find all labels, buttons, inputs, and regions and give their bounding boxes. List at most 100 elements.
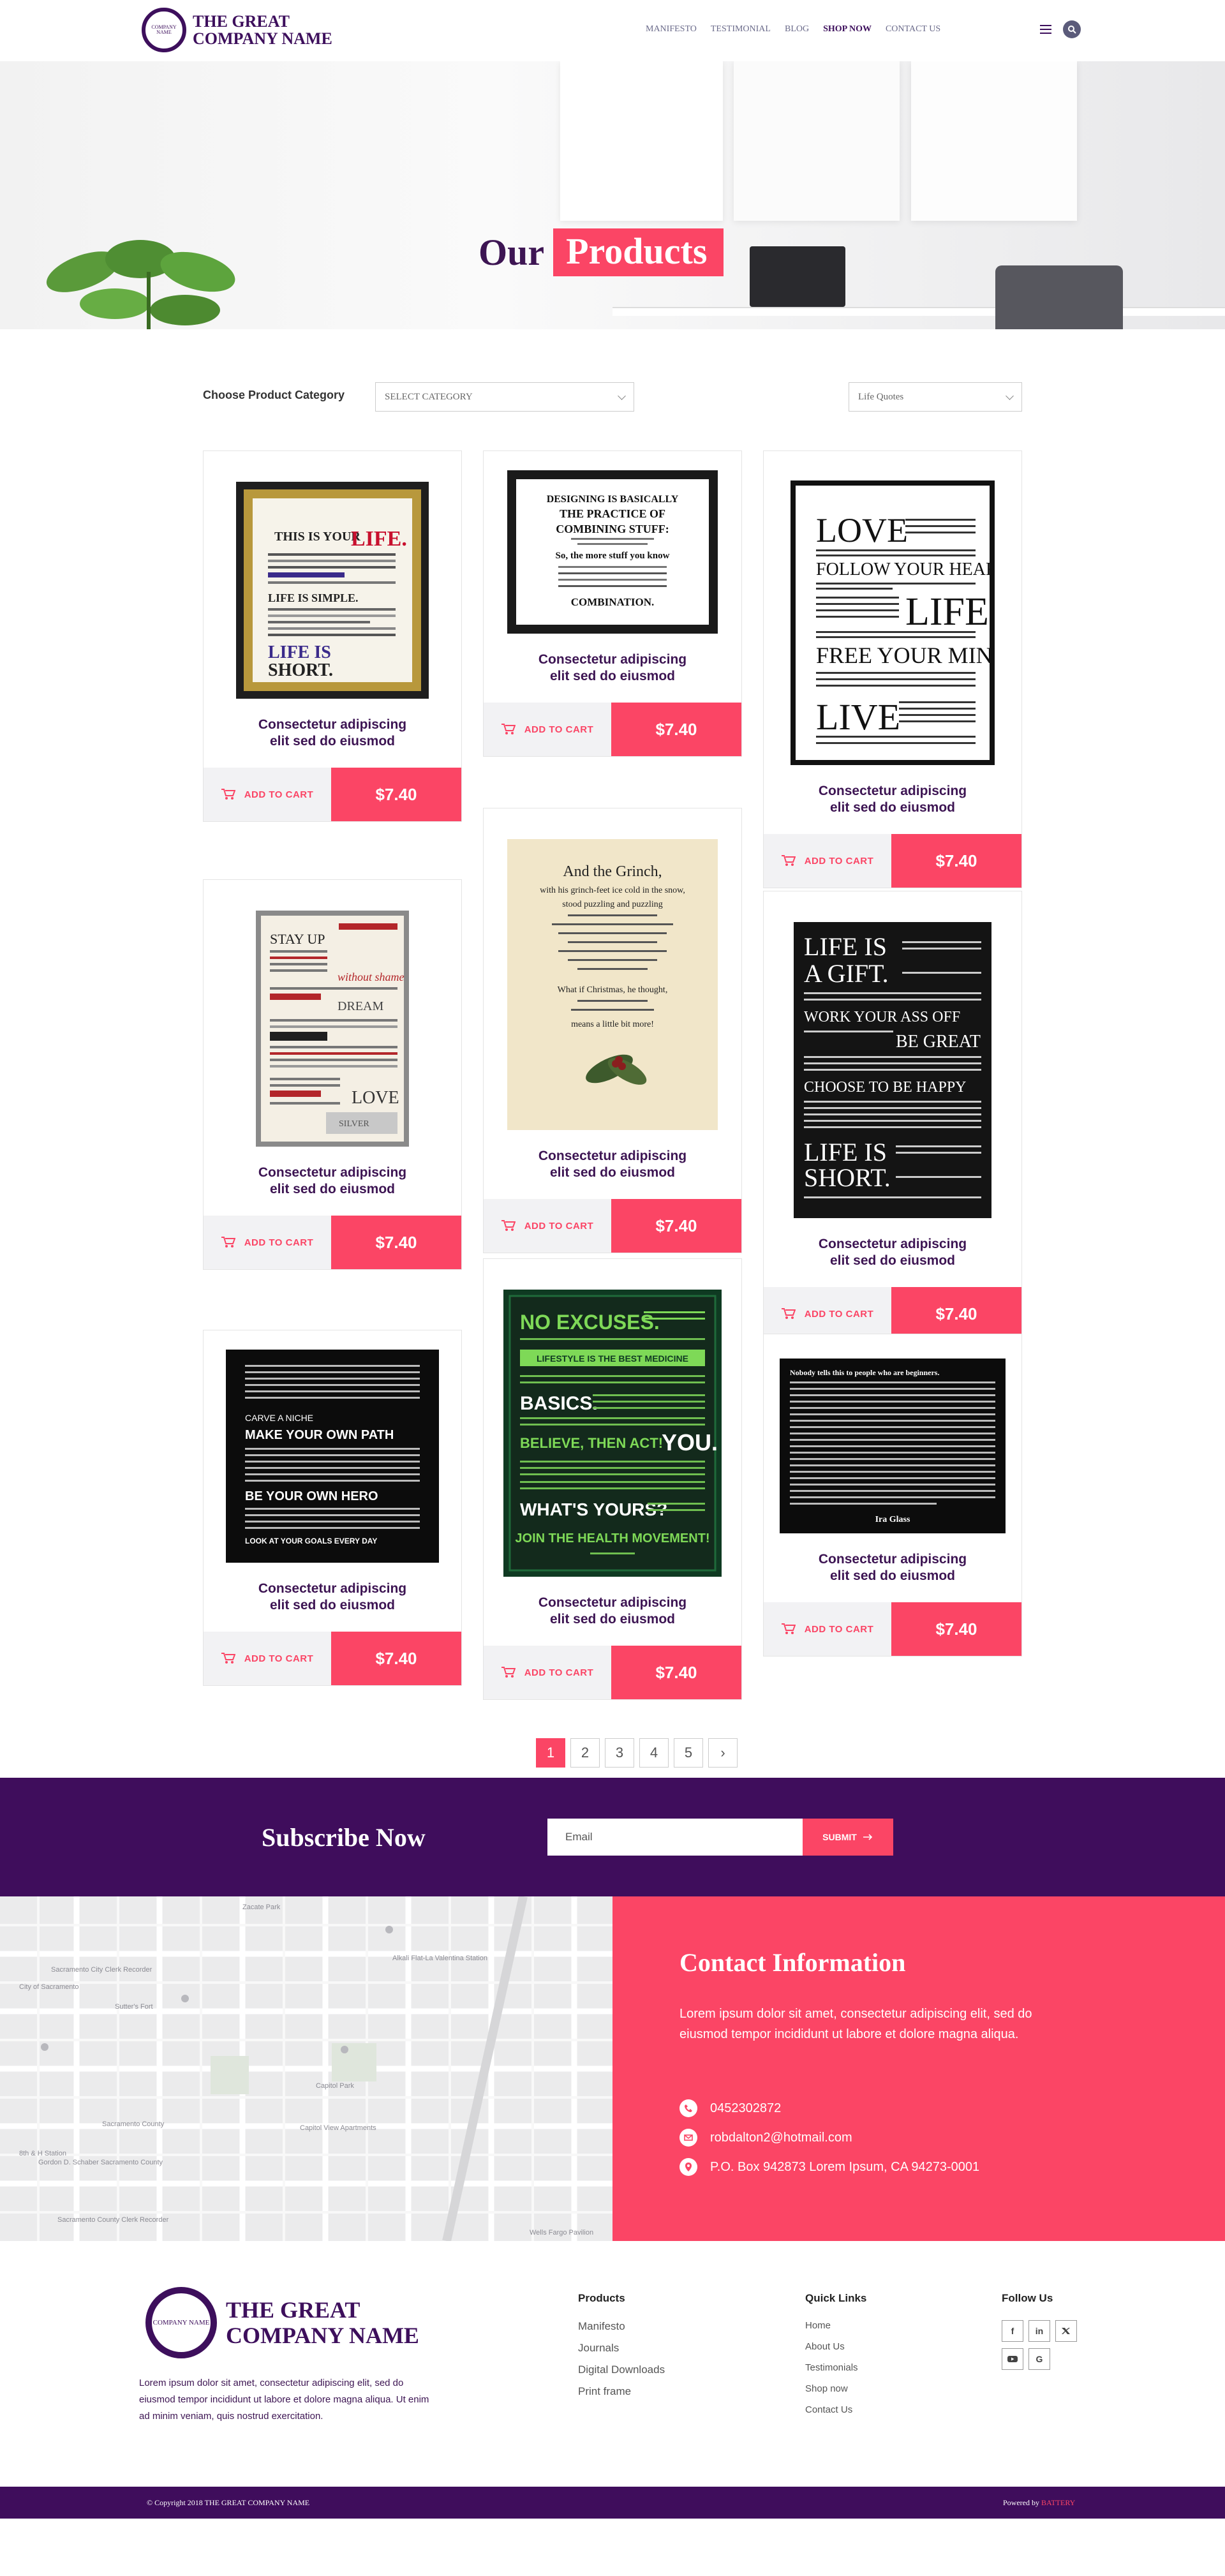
footer-link-testimonials[interactable]: Testimonials bbox=[805, 2362, 866, 2373]
add-to-cart-button[interactable]: ADD TO CART bbox=[764, 1602, 891, 1656]
youtube-icon[interactable] bbox=[1002, 2348, 1023, 2370]
product-title[interactable]: Consectetur adipiscing elit sed do eiusmo… bbox=[204, 1563, 461, 1632]
hero-banner: Our Products bbox=[0, 61, 1225, 329]
next-page-button[interactable]: › bbox=[708, 1738, 738, 1768]
cart-icon bbox=[501, 724, 516, 734]
footer-link-journals[interactable]: Journals bbox=[578, 2342, 665, 2355]
header-icons bbox=[1040, 20, 1081, 38]
google-plus-icon[interactable]: G bbox=[1028, 2348, 1050, 2370]
svg-text:DREAM: DREAM bbox=[338, 999, 383, 1013]
svg-text:LIFE.: LIFE. bbox=[351, 527, 407, 551]
add-to-cart-button[interactable]: ADD TO CART bbox=[484, 1199, 611, 1253]
svg-text:City of Sacramento: City of Sacramento bbox=[19, 1983, 79, 1991]
product-image[interactable]: NO EXCUSES. LIFESTYLE IS THE BEST MEDICI… bbox=[503, 1290, 722, 1577]
product-image[interactable]: Nobody tells this to people who are begi… bbox=[780, 1359, 1006, 1533]
hero-frame-decor bbox=[911, 61, 1077, 221]
footer-link-digital-downloads[interactable]: Digital Downloads bbox=[578, 2364, 665, 2376]
svg-text:8th & H Station: 8th & H Station bbox=[19, 2150, 66, 2157]
nav-testimonial[interactable]: TESTIMONIAL bbox=[711, 24, 771, 34]
search-icon[interactable] bbox=[1063, 20, 1081, 38]
svg-text:LIFE IS: LIFE IS bbox=[804, 1138, 887, 1166]
product-image[interactable]: And the Grinch, with his grinch-feet ice… bbox=[507, 839, 718, 1130]
add-to-cart-button[interactable]: ADD TO CART bbox=[484, 703, 611, 756]
product-title[interactable]: Consectetur adipiscing elit sed do eiusmo… bbox=[484, 634, 741, 703]
submit-button[interactable]: SUBMIT bbox=[803, 1819, 893, 1856]
page-2-button[interactable]: 2 bbox=[570, 1738, 600, 1768]
add-to-cart-button[interactable]: ADD TO CART bbox=[204, 768, 331, 821]
subcategory-select[interactable]: Life Quotes bbox=[849, 382, 1022, 412]
svg-text:THE PRACTICE OF: THE PRACTICE OF bbox=[560, 507, 665, 520]
facebook-icon[interactable]: f bbox=[1002, 2320, 1023, 2342]
product-image[interactable]: DESIGNING IS BASICALLY THE PRACTICE OF C… bbox=[507, 470, 718, 634]
footer-link-contact-us[interactable]: Contact Us bbox=[805, 2404, 866, 2415]
svg-text:A GIFT.: A GIFT. bbox=[804, 959, 889, 988]
svg-text:FOLLOW YOUR HEART: FOLLOW YOUR HEART bbox=[816, 560, 995, 579]
add-to-cart-button[interactable]: ADD TO CART bbox=[204, 1632, 331, 1685]
svg-text:Gordon D. Schaber Sacramento C: Gordon D. Schaber Sacramento County bbox=[38, 2159, 163, 2166]
svg-text:LIFE IS: LIFE IS bbox=[804, 932, 887, 961]
svg-text:Ira Glass: Ira Glass bbox=[875, 1515, 910, 1524]
nav-manifesto[interactable]: MANIFESTO bbox=[646, 24, 697, 34]
contact-phone[interactable]: 0452302872 bbox=[679, 2099, 781, 2117]
price-tag: $7.40 bbox=[611, 1199, 741, 1253]
twitter-icon[interactable] bbox=[1055, 2320, 1077, 2342]
product-image[interactable]: THIS IS YOUR LIFE. LIFE IS SIMPLE. LIFE … bbox=[236, 482, 429, 699]
product-card: NO EXCUSES. LIFESTYLE IS THE BEST MEDICI… bbox=[483, 1258, 742, 1700]
footer-link-shop-now[interactable]: Shop now bbox=[805, 2383, 866, 2394]
contact-email[interactable]: robdalton2@hotmail.com bbox=[679, 2129, 852, 2147]
category-select[interactable]: SELECT CATEGORY bbox=[375, 382, 634, 412]
svg-text:MAKE YOUR OWN PATH: MAKE YOUR OWN PATH bbox=[245, 1428, 394, 1442]
page-1-button[interactable]: 1 bbox=[536, 1738, 565, 1768]
svg-text:with his grinch-feet ice cold: with his grinch-feet ice cold in the sno… bbox=[540, 886, 685, 895]
product-image[interactable]: LIFE IS A GIFT. WORK YOUR ASS OFF BE GRE… bbox=[794, 922, 991, 1218]
product-image[interactable]: STAY UP without shame DREAM LOVE SILVER bbox=[256, 911, 409, 1147]
logo-text: THE GREAT COMPANY NAME bbox=[226, 2297, 419, 2348]
hero-desk-decor bbox=[612, 307, 1225, 316]
footer-logo[interactable]: COMPANY NAME THE GREAT COMPANY NAME bbox=[145, 2287, 419, 2358]
price-tag: $7.40 bbox=[891, 1602, 1021, 1656]
footer-products: Products Manifesto Journals Digital Down… bbox=[578, 2292, 665, 2407]
product-title[interactable]: Consectetur adipiscing elit sed do eiusmo… bbox=[764, 765, 1021, 834]
site-header: COMPANY NAME THE GREAT COMPANY NAME MANI… bbox=[0, 0, 1225, 61]
page-3-button[interactable]: 3 bbox=[605, 1738, 634, 1768]
add-to-cart-button[interactable]: ADD TO CART bbox=[484, 1646, 611, 1699]
price-tag: $7.40 bbox=[611, 703, 741, 756]
product-title[interactable]: Consectetur adipiscing elit sed do eiusmo… bbox=[484, 1577, 741, 1646]
product-image[interactable]: LOVE FOLLOW YOUR HEART LIFE FREE YOUR MI… bbox=[791, 480, 995, 765]
product-title[interactable]: Consectetur adipiscing elit sed do eiusmo… bbox=[764, 1218, 1021, 1287]
add-to-cart-button[interactable]: ADD TO CART bbox=[204, 1216, 331, 1269]
arrow-right-icon bbox=[863, 1834, 872, 1840]
add-to-cart-button[interactable]: ADD TO CART bbox=[764, 1287, 891, 1341]
svg-text:COMBINATION.: COMBINATION. bbox=[571, 596, 655, 608]
footer-link-about-us[interactable]: About Us bbox=[805, 2341, 866, 2352]
linkedin-icon[interactable]: in bbox=[1028, 2320, 1050, 2342]
footer-link-home[interactable]: Home bbox=[805, 2320, 866, 2331]
svg-text:LIVE: LIVE bbox=[816, 696, 900, 738]
site-logo[interactable]: COMPANY NAME THE GREAT COMPANY NAME bbox=[142, 8, 332, 52]
subscribe-section: Subscribe Now Email SUBMIT bbox=[0, 1778, 1225, 1896]
location-map[interactable]: Zacate Park Sacramento City Clerk Record… bbox=[0, 1896, 612, 2241]
page-4-button[interactable]: 4 bbox=[639, 1738, 669, 1768]
hero-monitor-decor bbox=[750, 246, 845, 307]
nav-blog[interactable]: BLOG bbox=[785, 24, 809, 34]
cart-icon bbox=[221, 1237, 235, 1247]
add-to-cart-button[interactable]: ADD TO CART bbox=[764, 834, 891, 888]
product-title[interactable]: Consectetur adipiscing elit sed do eiusmo… bbox=[484, 1130, 741, 1199]
powered-by: Powered by BATTERY bbox=[1003, 2498, 1076, 2507]
nav-shop-now[interactable]: SHOP NOW bbox=[823, 24, 872, 34]
footer-link-manifesto[interactable]: Manifesto bbox=[578, 2320, 665, 2333]
product-title[interactable]: Consectetur adipiscing elit sed do eiusmo… bbox=[204, 699, 461, 768]
page-5-button[interactable]: 5 bbox=[674, 1738, 703, 1768]
product-title[interactable]: Consectetur adipiscing elit sed do eiusmo… bbox=[204, 1147, 461, 1216]
svg-text:LIFE IS: LIFE IS bbox=[268, 643, 331, 662]
price-tag: $7.40 bbox=[331, 1216, 461, 1269]
powered-by-link[interactable]: BATTERY bbox=[1041, 2498, 1075, 2507]
product-title[interactable]: Consectetur adipiscing elit sed do eiusmo… bbox=[764, 1533, 1021, 1602]
hamburger-menu-icon[interactable] bbox=[1040, 25, 1051, 34]
product-image[interactable]: CARVE A NICHE MAKE YOUR OWN PATH BE YOUR… bbox=[226, 1350, 439, 1563]
svg-text:CHOOSE TO BE HAPPY: CHOOSE TO BE HAPPY bbox=[804, 1079, 967, 1096]
footer-link-print-frame[interactable]: Print frame bbox=[578, 2385, 665, 2398]
nav-contact-us[interactable]: CONTACT US bbox=[886, 24, 940, 34]
email-input[interactable]: Email bbox=[547, 1819, 803, 1856]
svg-text:LOVE: LOVE bbox=[352, 1088, 399, 1108]
